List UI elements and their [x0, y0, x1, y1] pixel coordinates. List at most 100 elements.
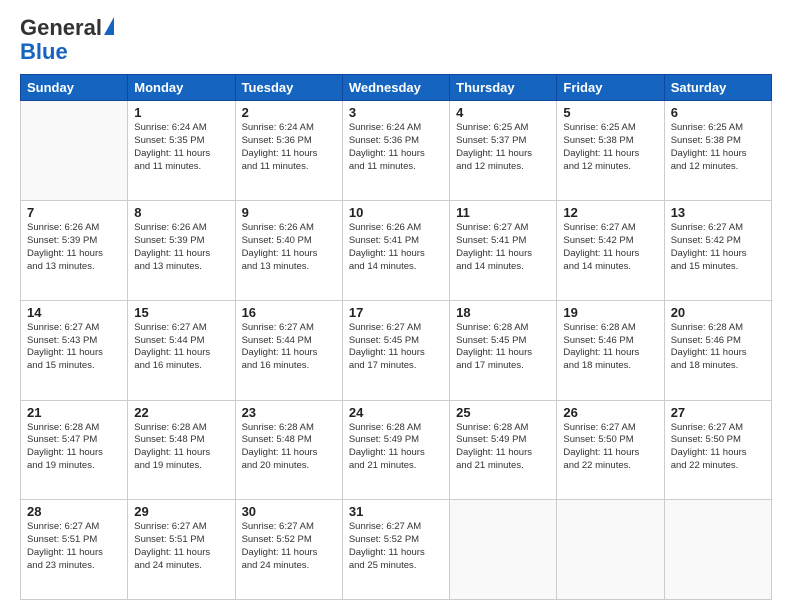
logo: General Blue — [20, 16, 114, 64]
day-number: 27 — [671, 405, 765, 420]
day-number: 17 — [349, 305, 443, 320]
day-cell: 25 Sunrise: 6:28 AMSunset: 5:49 PMDayligh… — [450, 400, 557, 500]
day-cell: 26 Sunrise: 6:27 AMSunset: 5:50 PMDayligh… — [557, 400, 664, 500]
day-number: 5 — [563, 105, 657, 120]
day-info: Sunrise: 6:28 AMSunset: 5:46 PMDaylight:… — [671, 322, 765, 373]
day-info: Sunrise: 6:27 AMSunset: 5:42 PMDaylight:… — [563, 222, 657, 273]
day-info: Sunrise: 6:27 AMSunset: 5:42 PMDaylight:… — [671, 222, 765, 273]
day-number: 9 — [242, 205, 336, 220]
day-info: Sunrise: 6:27 AMSunset: 5:44 PMDaylight:… — [134, 322, 228, 373]
day-cell: 20Sunrise: 6:28 AMSunset: 5:46 PMDayligh… — [664, 300, 771, 400]
day-cell: 1 Sunrise: 6:24 AMSunset: 5:35 PMDaylight… — [128, 101, 235, 201]
day-info: Sunrise: 6:26 AMSunset: 5:40 PMDaylight:… — [242, 222, 336, 273]
day-info: Sunrise: 6:25 AMSunset: 5:37 PMDaylight:… — [456, 122, 550, 173]
logo-triangle — [104, 17, 114, 35]
day-info: Sunrise: 6:28 AMSunset: 5:45 PMDaylight:… — [456, 322, 550, 373]
day-cell: 28 Sunrise: 6:27 AMSunset: 5:51 PMDayligh… — [21, 500, 128, 600]
day-info: Sunrise: 6:28 AMSunset: 5:49 PMDaylight:… — [349, 422, 443, 473]
day-number: 10 — [349, 205, 443, 220]
day-cell: 19 Sunrise: 6:28 AMSunset: 5:46 PMDayligh… — [557, 300, 664, 400]
day-info: Sunrise: 6:24 AMSunset: 5:35 PMDaylight:… — [134, 122, 228, 173]
week-row-1: 7 Sunrise: 6:26 AMSunset: 5:39 PMDaylight… — [21, 201, 772, 301]
day-info: Sunrise: 6:26 AMSunset: 5:39 PMDaylight:… — [134, 222, 228, 273]
day-cell: 7 Sunrise: 6:26 AMSunset: 5:39 PMDaylight… — [21, 201, 128, 301]
day-cell: 3 Sunrise: 6:24 AMSunset: 5:36 PMDaylight… — [342, 101, 449, 201]
day-cell: 16 Sunrise: 6:27 AMSunset: 5:44 PMDayligh… — [235, 300, 342, 400]
day-info: Sunrise: 6:27 AMSunset: 5:45 PMDaylight:… — [349, 322, 443, 373]
day-info: Sunrise: 6:27 AMSunset: 5:43 PMDaylight:… — [27, 322, 121, 373]
day-cell: 4 Sunrise: 6:25 AMSunset: 5:37 PMDaylight… — [450, 101, 557, 201]
day-info: Sunrise: 6:25 AMSunset: 5:38 PMDaylight:… — [563, 122, 657, 173]
calendar-table: SundayMondayTuesdayWednesdayThursdayFrid… — [20, 74, 772, 600]
day-number: 18 — [456, 305, 550, 320]
day-cell: 14 Sunrise: 6:27 AMSunset: 5:43 PMDayligh… — [21, 300, 128, 400]
day-info: Sunrise: 6:28 AMSunset: 5:46 PMDaylight:… — [563, 322, 657, 373]
day-cell — [664, 500, 771, 600]
day-cell: 13 Sunrise: 6:27 AMSunset: 5:42 PMDayligh… — [664, 201, 771, 301]
day-number: 21 — [27, 405, 121, 420]
day-number: 26 — [563, 405, 657, 420]
day-cell: 17 Sunrise: 6:27 AMSunset: 5:45 PMDayligh… — [342, 300, 449, 400]
day-info: Sunrise: 6:27 AMSunset: 5:52 PMDaylight:… — [242, 521, 336, 572]
day-number: 8 — [134, 205, 228, 220]
week-row-0: 1 Sunrise: 6:24 AMSunset: 5:35 PMDaylight… — [21, 101, 772, 201]
day-number: 6 — [671, 105, 765, 120]
day-number: 24 — [349, 405, 443, 420]
weekday-header-row: SundayMondayTuesdayWednesdayThursdayFrid… — [21, 75, 772, 101]
day-number: 3 — [349, 105, 443, 120]
day-number: 16 — [242, 305, 336, 320]
logo-text: General Blue — [20, 16, 114, 64]
day-cell: 30 Sunrise: 6:27 AMSunset: 5:52 PMDayligh… — [235, 500, 342, 600]
day-number: 30 — [242, 504, 336, 519]
day-number: 12 — [563, 205, 657, 220]
day-info: Sunrise: 6:27 AMSunset: 5:51 PMDaylight:… — [27, 521, 121, 572]
day-cell: 22Sunrise: 6:28 AMSunset: 5:48 PMDayligh… — [128, 400, 235, 500]
day-cell: 31 Sunrise: 6:27 AMSunset: 5:52 PMDayligh… — [342, 500, 449, 600]
week-row-4: 28 Sunrise: 6:27 AMSunset: 5:51 PMDayligh… — [21, 500, 772, 600]
day-cell: 21 Sunrise: 6:28 AMSunset: 5:47 PMDayligh… — [21, 400, 128, 500]
day-number: 19 — [563, 305, 657, 320]
day-cell: 15 Sunrise: 6:27 AMSunset: 5:44 PMDayligh… — [128, 300, 235, 400]
day-number: 29 — [134, 504, 228, 519]
day-cell: 8 Sunrise: 6:26 AMSunset: 5:39 PMDaylight… — [128, 201, 235, 301]
day-number: 15 — [134, 305, 228, 320]
day-info: Sunrise: 6:28 AMSunset: 5:47 PMDaylight:… — [27, 422, 121, 473]
day-number: 14 — [27, 305, 121, 320]
day-cell: 29 Sunrise: 6:27 AMSunset: 5:51 PMDayligh… — [128, 500, 235, 600]
week-row-3: 21 Sunrise: 6:28 AMSunset: 5:47 PMDayligh… — [21, 400, 772, 500]
day-cell: 23Sunrise: 6:28 AMSunset: 5:48 PMDayligh… — [235, 400, 342, 500]
weekday-saturday: Saturday — [664, 75, 771, 101]
day-number: 31 — [349, 504, 443, 519]
weekday-wednesday: Wednesday — [342, 75, 449, 101]
day-cell: 6 Sunrise: 6:25 AMSunset: 5:38 PMDaylight… — [664, 101, 771, 201]
day-number: 4 — [456, 105, 550, 120]
day-info: Sunrise: 6:26 AMSunset: 5:39 PMDaylight:… — [27, 222, 121, 273]
day-number: 25 — [456, 405, 550, 420]
day-info: Sunrise: 6:25 AMSunset: 5:38 PMDaylight:… — [671, 122, 765, 173]
day-number: 1 — [134, 105, 228, 120]
header: General Blue — [20, 16, 772, 64]
day-info: Sunrise: 6:27 AMSunset: 5:51 PMDaylight:… — [134, 521, 228, 572]
day-number: 28 — [27, 504, 121, 519]
day-info: Sunrise: 6:27 AMSunset: 5:44 PMDaylight:… — [242, 322, 336, 373]
day-cell: 27Sunrise: 6:27 AMSunset: 5:50 PMDayligh… — [664, 400, 771, 500]
day-cell: 10Sunrise: 6:26 AMSunset: 5:41 PMDayligh… — [342, 201, 449, 301]
weekday-tuesday: Tuesday — [235, 75, 342, 101]
page: General Blue SundayMondayTuesdayWednesda… — [0, 0, 792, 612]
day-info: Sunrise: 6:27 AMSunset: 5:50 PMDaylight:… — [563, 422, 657, 473]
day-cell: 12 Sunrise: 6:27 AMSunset: 5:42 PMDayligh… — [557, 201, 664, 301]
day-info: Sunrise: 6:28 AMSunset: 5:49 PMDaylight:… — [456, 422, 550, 473]
logo-blue: Blue — [20, 39, 68, 64]
day-info: Sunrise: 6:27 AMSunset: 5:52 PMDaylight:… — [349, 521, 443, 572]
weekday-monday: Monday — [128, 75, 235, 101]
day-number: 13 — [671, 205, 765, 220]
week-row-2: 14 Sunrise: 6:27 AMSunset: 5:43 PMDayligh… — [21, 300, 772, 400]
day-info: Sunrise: 6:24 AMSunset: 5:36 PMDaylight:… — [349, 122, 443, 173]
day-cell: 2Sunrise: 6:24 AMSunset: 5:36 PMDaylight… — [235, 101, 342, 201]
day-cell — [450, 500, 557, 600]
weekday-sunday: Sunday — [21, 75, 128, 101]
day-number: 2 — [242, 105, 336, 120]
weekday-friday: Friday — [557, 75, 664, 101]
day-number: 7 — [27, 205, 121, 220]
day-number: 23 — [242, 405, 336, 420]
